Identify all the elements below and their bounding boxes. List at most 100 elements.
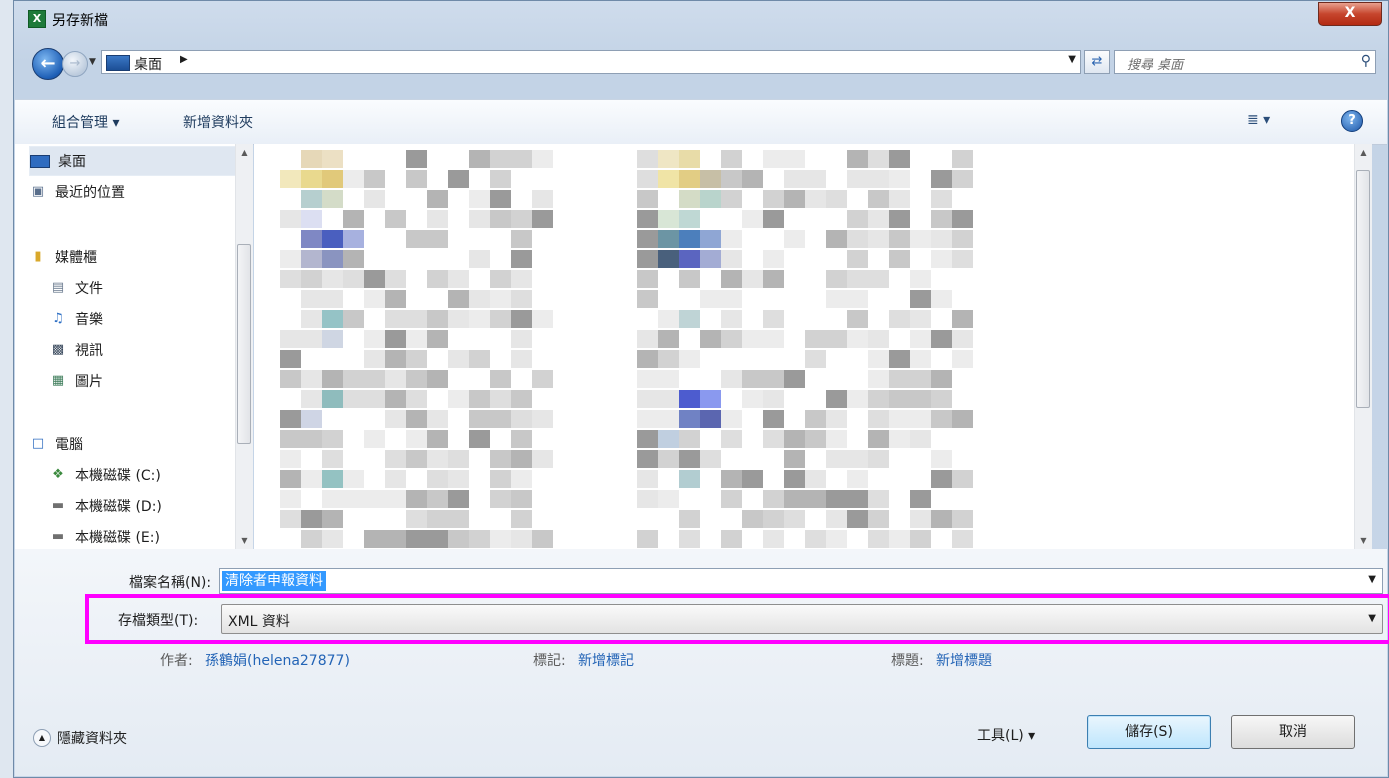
sidebar-item-music[interactable]: ♫ 音樂 — [49, 305, 253, 333]
scroll-up-arrow-icon[interactable]: ▲ — [236, 144, 253, 161]
blurred-file-pixel — [322, 330, 343, 348]
address-location[interactable]: 桌面 — [134, 54, 162, 74]
blurred-file-pixel — [763, 490, 784, 508]
scroll-up-arrow-icon[interactable]: ▲ — [1355, 144, 1372, 161]
tags-value[interactable]: 新增標記 — [578, 650, 634, 670]
blurred-file-pixel — [910, 510, 931, 528]
chevron-down-icon[interactable]: ▼ — [1368, 574, 1376, 585]
scroll-down-arrow-icon[interactable]: ▼ — [1355, 532, 1372, 549]
blurred-file-pixel — [511, 410, 532, 428]
filename-value[interactable]: 清除者申報資料 — [222, 571, 326, 591]
sidebar-item-videos[interactable]: ▩ 視訊 — [49, 336, 253, 364]
sidebar-item-computer[interactable]: □ 電腦 — [29, 430, 251, 458]
sidebar-item-documents[interactable]: ▤ 文件 — [49, 274, 253, 302]
chevron-down-icon[interactable]: ▼ — [1368, 613, 1376, 624]
blurred-file-pixel — [826, 530, 847, 548]
file-list-scrollbar[interactable]: ▲ ▼ — [1354, 144, 1372, 549]
blurred-file-pixel — [427, 270, 448, 288]
scroll-down-arrow-icon[interactable]: ▼ — [236, 532, 253, 549]
blurred-file-pixel — [742, 510, 763, 528]
scroll-thumb[interactable] — [237, 244, 251, 444]
help-icon[interactable]: ? — [1341, 110, 1363, 132]
navigation-scrollbar[interactable]: ▲ ▼ — [235, 144, 253, 549]
address-bar[interactable]: 桌面 ▶ ▼ — [101, 50, 1081, 74]
sidebar-item-label: 音樂 — [75, 312, 103, 328]
blurred-file-pixel — [721, 170, 742, 188]
title-label: 標題: — [891, 653, 924, 669]
filename-input[interactable]: 清除者申報資料 ▼ — [219, 568, 1383, 594]
refresh-button[interactable]: ⇄ — [1084, 50, 1110, 74]
address-history-dropdown[interactable]: ▼ — [1068, 54, 1076, 65]
sidebar-item-drive-e[interactable]: ▬ 本機磁碟 (E:) — [49, 523, 253, 549]
blurred-file-pixel — [469, 410, 490, 428]
blurred-file-pixel — [658, 390, 679, 408]
blurred-file-pixel — [637, 270, 658, 288]
blurred-file-pixel — [427, 450, 448, 468]
blurred-file-pixel — [385, 350, 406, 368]
blurred-file-pixel — [784, 150, 805, 168]
drive-icon: ▬ — [51, 529, 65, 544]
file-list[interactable]: ▲ ▼ — [254, 144, 1372, 549]
blurred-file-pixel — [952, 410, 973, 428]
scroll-thumb[interactable] — [1356, 170, 1370, 408]
blurred-file-pixel — [490, 270, 511, 288]
blurred-file-pixel — [931, 170, 952, 188]
blurred-file-pixel — [763, 370, 784, 388]
sidebar-item-drive-c[interactable]: ❖ 本機磁碟 (C:) — [49, 461, 253, 489]
blurred-file-pixel — [364, 490, 385, 508]
sidebar-item-libraries[interactable]: ▮ 媒體櫃 — [29, 243, 251, 271]
blurred-file-pixel — [364, 190, 385, 208]
back-button[interactable]: ← — [32, 48, 64, 80]
sidebar-item-pictures[interactable]: ▦ 圖片 — [49, 367, 253, 395]
blurred-file-pixel — [952, 210, 973, 228]
author-value[interactable]: 孫鶴娟(helena27877) — [205, 650, 350, 670]
blurred-file-pixel — [490, 370, 511, 388]
tools-menu-button[interactable]: 工具(L) ▾ — [977, 725, 1035, 745]
blurred-file-pixel — [805, 350, 826, 368]
blurred-file-pixel — [889, 350, 910, 368]
blurred-file-pixel — [847, 470, 868, 488]
forward-button[interactable]: → — [62, 51, 88, 77]
breadcrumb-chevron-icon[interactable]: ▶ — [180, 54, 188, 65]
search-icon[interactable]: ⚲ — [1361, 53, 1371, 69]
change-view-button[interactable]: ≣ ▾ — [1247, 112, 1270, 128]
blurred-file-pixel — [637, 490, 658, 508]
tags-label: 標記: — [533, 653, 566, 669]
blurred-file-pixel — [763, 310, 784, 328]
filetype-select[interactable]: XML 資料 ▼ — [221, 604, 1383, 634]
blurred-file-pixel — [280, 450, 301, 468]
sidebar-item-recent[interactable]: ▣ 最近的位置 — [29, 178, 251, 206]
save-button[interactable]: 儲存(S) — [1087, 715, 1211, 749]
close-button[interactable]: X — [1318, 2, 1382, 26]
blurred-file-pixel — [826, 230, 847, 248]
blurred-file-pixel — [826, 270, 847, 288]
blurred-file-pixel — [700, 230, 721, 248]
title-bar[interactable]: X 另存新檔 X — [14, 1, 1388, 35]
blurred-file-pixel — [427, 470, 448, 488]
hide-folders-button[interactable]: ▲ 隱藏資料夾 — [33, 728, 127, 748]
blurred-file-pixel — [364, 330, 385, 348]
blurred-file-pixel — [532, 190, 553, 208]
title-value[interactable]: 新增標題 — [936, 650, 992, 670]
blurred-file-pixel — [763, 210, 784, 228]
blurred-file-pixel — [511, 510, 532, 528]
blurred-file-pixel — [889, 250, 910, 268]
cancel-button[interactable]: 取消 — [1231, 715, 1355, 749]
organize-button[interactable]: 組合管理 ▾ — [52, 112, 119, 132]
sidebar-item-desktop[interactable]: 桌面 — [29, 146, 253, 176]
blurred-file-pixel — [826, 450, 847, 468]
blurred-file-pixel — [889, 170, 910, 188]
blurred-file-pixel — [826, 290, 847, 308]
blurred-file-pixel — [427, 530, 448, 548]
blurred-file-pixel — [784, 470, 805, 488]
blurred-file-pixel — [952, 510, 973, 528]
new-folder-button[interactable]: 新增資料夾 — [183, 112, 253, 132]
search-input[interactable]: 搜尋 桌面 ⚲ — [1114, 50, 1376, 74]
sidebar-item-drive-d[interactable]: ▬ 本機磁碟 (D:) — [49, 492, 253, 520]
sidebar-item-label: 文件 — [75, 281, 103, 297]
recent-pages-dropdown[interactable]: ▼ — [89, 54, 99, 70]
blurred-file-pixel — [448, 350, 469, 368]
blurred-file-pixel — [406, 170, 427, 188]
blurred-file-pixel — [385, 450, 406, 468]
blurred-file-pixel — [679, 390, 700, 408]
